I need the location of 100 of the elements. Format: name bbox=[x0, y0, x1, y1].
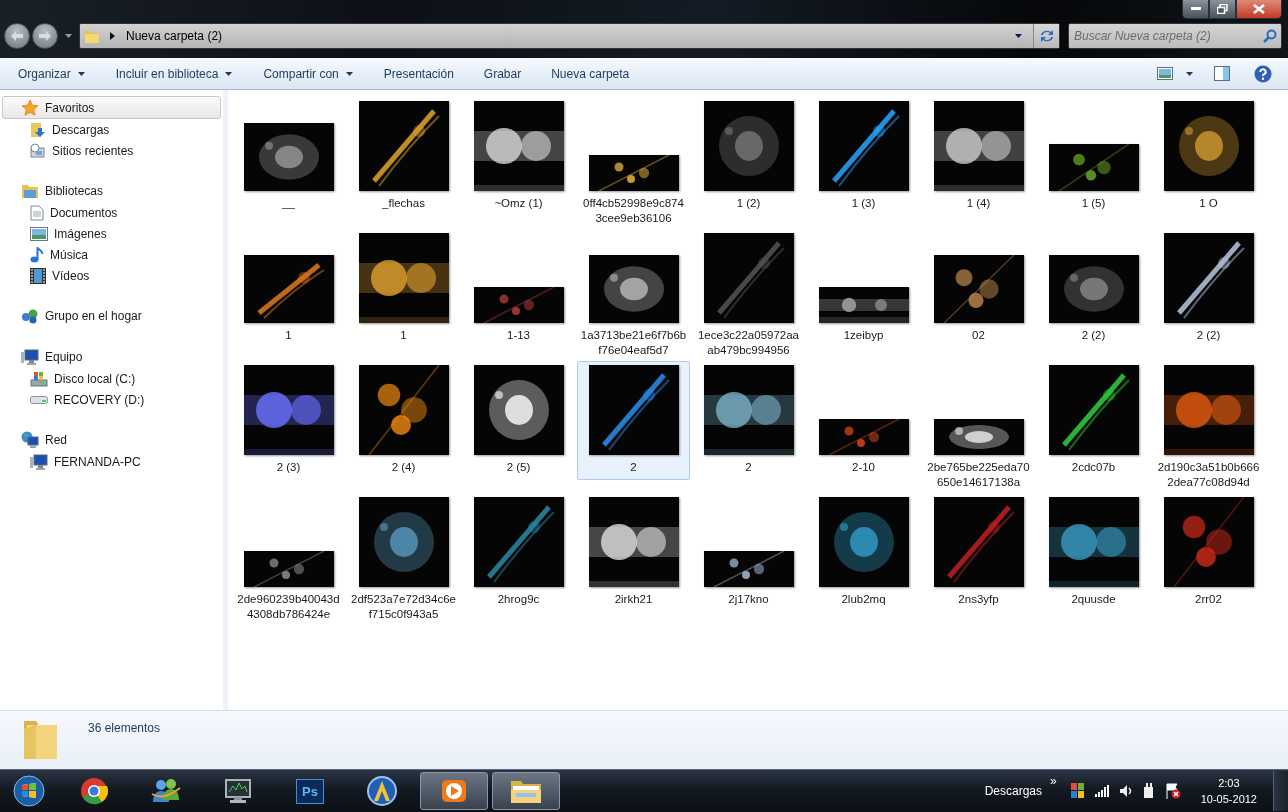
film-icon bbox=[30, 267, 46, 284]
clock-time[interactable]: 2:03 bbox=[1218, 775, 1240, 791]
file-item[interactable]: 2 (2) bbox=[1152, 229, 1265, 348]
browser-icon bbox=[80, 777, 108, 805]
file-item[interactable]: __ bbox=[232, 97, 345, 216]
caret-icon bbox=[224, 70, 234, 77]
breadcrumb-item[interactable]: Nueva carpeta (2) bbox=[126, 29, 223, 43]
monitor-icon bbox=[224, 778, 252, 804]
pane-icon bbox=[1214, 66, 1230, 81]
toolbar-button[interactable]: Incluir en biblioteca bbox=[107, 62, 242, 85]
download-folder-icon bbox=[30, 121, 46, 138]
minimize-button[interactable] bbox=[1182, 0, 1209, 19]
file-item[interactable]: 2be765be225eda70650e14617138a bbox=[922, 361, 1035, 495]
toolbar-label[interactable]: Descargas bbox=[984, 784, 1043, 798]
flag-icon[interactable] bbox=[1164, 783, 1181, 799]
taskbar-button[interactable] bbox=[492, 772, 560, 810]
file-item[interactable]: 0ff4cb52998e9c8743cee9eb36106 bbox=[577, 97, 690, 231]
image-icon bbox=[30, 226, 48, 241]
file-item[interactable]: 2 bbox=[692, 361, 805, 480]
file-item[interactable]: 1 (4) bbox=[922, 97, 1035, 216]
file-item[interactable]: 2 (4) bbox=[347, 361, 460, 480]
history-caret-icon[interactable] bbox=[64, 33, 73, 39]
file-item[interactable]: 2d190c3a51b0b6662dea77c08d94d bbox=[1152, 361, 1265, 495]
address-bar[interactable]: Nueva carpeta (2) bbox=[79, 23, 1060, 49]
file-item[interactable]: 1ece3c22a05972aaab479bc994956 bbox=[692, 229, 805, 363]
refresh-button[interactable] bbox=[1033, 24, 1059, 48]
sidebar-item[interactable]: Equipo bbox=[2, 345, 221, 368]
homegroup-icon bbox=[21, 307, 39, 324]
file-item[interactable]: 2de960239b40043d4308db786424e bbox=[232, 493, 345, 627]
file-item[interactable]: _flechas bbox=[347, 97, 460, 216]
file-item[interactable]: 1 bbox=[347, 229, 460, 348]
sidebar-item[interactable]: Red bbox=[2, 428, 221, 451]
close-button[interactable] bbox=[1236, 0, 1282, 19]
file-item[interactable]: 2 (2) bbox=[1037, 229, 1150, 348]
music-note-icon bbox=[30, 246, 44, 263]
file-item[interactable]: 2lub2mq bbox=[807, 493, 920, 612]
file-item[interactable]: 2quusde bbox=[1037, 493, 1150, 612]
file-item[interactable]: 2ns3yfp bbox=[922, 493, 1035, 612]
file-item[interactable]: 02 bbox=[922, 229, 1035, 348]
file-item[interactable]: 1a3713be21e6f7b6bf76e04eaf5d7 bbox=[577, 229, 690, 363]
file-item[interactable]: 1zeibyp bbox=[807, 229, 920, 348]
file-item[interactable]: ~Omz (1) bbox=[462, 97, 575, 216]
file-item[interactable]: 1 (3) bbox=[807, 97, 920, 216]
file-item[interactable]: 1 (2) bbox=[692, 97, 805, 216]
signal-icon[interactable] bbox=[1094, 785, 1109, 797]
file-item[interactable]: 2irkh21 bbox=[577, 493, 690, 612]
search-field[interactable]: Buscar Nueva carpeta (2) bbox=[1068, 23, 1282, 49]
sidebar-item[interactable]: Imágenes bbox=[0, 223, 223, 244]
search-icon[interactable] bbox=[1263, 29, 1277, 43]
sidebar-item[interactable]: Bibliotecas bbox=[2, 179, 221, 202]
toolbar-button[interactable]: Presentación bbox=[375, 62, 462, 85]
folder-icon bbox=[84, 28, 100, 44]
file-item[interactable]: 1 bbox=[232, 229, 345, 348]
sidebar-item[interactable]: Vídeos bbox=[0, 265, 223, 286]
sidebar-item[interactable]: RECOVERY (D:) bbox=[0, 389, 223, 410]
toolbar-button[interactable]: Compartir con bbox=[255, 62, 362, 85]
file-item[interactable]: 2df523a7e72d34c6ef715c0f943a5 bbox=[347, 493, 460, 627]
back-arrow-icon bbox=[10, 30, 24, 42]
clock-date[interactable]: 10-05-2012 bbox=[1200, 791, 1257, 807]
shield-grid-icon[interactable] bbox=[1070, 783, 1085, 799]
restore-icon bbox=[1217, 4, 1228, 14]
toolbar-button[interactable]: Grabar bbox=[475, 62, 530, 85]
back-button[interactable] bbox=[4, 23, 30, 49]
dropdown-caret-icon[interactable] bbox=[1014, 33, 1023, 39]
taskbar-button[interactable]: Ps bbox=[276, 772, 344, 810]
sidebar-item[interactable]: Grupo en el hogar bbox=[2, 304, 221, 327]
sidebar-item[interactable]: Favoritos bbox=[2, 96, 221, 119]
sidebar-item[interactable]: Sitios recientes bbox=[0, 140, 223, 161]
recent-places-icon bbox=[30, 142, 46, 159]
file-item[interactable]: 2hrog9c bbox=[462, 493, 575, 612]
sidebar-item[interactable]: Documentos bbox=[0, 202, 223, 223]
file-item[interactable]: 2-10 bbox=[807, 361, 920, 480]
taskbar-button[interactable] bbox=[420, 772, 488, 810]
sidebar-item[interactable]: Música bbox=[0, 244, 223, 265]
file-item[interactable]: 1 O bbox=[1152, 97, 1265, 216]
sidebar-item[interactable]: Descargas bbox=[0, 119, 223, 140]
plug-icon[interactable] bbox=[1142, 783, 1155, 799]
sidebar-item[interactable]: FERNANDA-PC bbox=[0, 451, 223, 472]
restore-button[interactable] bbox=[1209, 0, 1236, 19]
file-item[interactable]: 2 bbox=[577, 361, 690, 480]
speaker-icon[interactable] bbox=[1118, 784, 1133, 798]
windows-logo-icon bbox=[13, 775, 45, 807]
file-item[interactable]: 2j17kno bbox=[692, 493, 805, 612]
file-item[interactable]: 2 (3) bbox=[232, 361, 345, 480]
file-item[interactable]: 1-13 bbox=[462, 229, 575, 348]
forward-button[interactable] bbox=[32, 23, 58, 49]
file-item[interactable]: 2cdc07b bbox=[1037, 361, 1150, 480]
sidebar-item[interactable]: Disco local (C:) bbox=[0, 368, 223, 389]
close-icon bbox=[1253, 4, 1265, 14]
toolbar-button[interactable]: Nueva carpeta bbox=[543, 62, 638, 85]
toolbar-button[interactable]: Organizar bbox=[10, 62, 94, 85]
network-icon bbox=[21, 430, 39, 449]
circle-logo-icon bbox=[367, 776, 397, 806]
expand-button[interactable]: » bbox=[1050, 774, 1057, 788]
show-desktop-button[interactable] bbox=[1273, 771, 1288, 811]
caret-icon[interactable] bbox=[1185, 70, 1194, 77]
drive-icon bbox=[30, 394, 48, 405]
file-item[interactable]: 2 (5) bbox=[462, 361, 575, 480]
file-item[interactable]: 1 (5) bbox=[1037, 97, 1150, 216]
file-item[interactable]: 2rr02 bbox=[1152, 493, 1265, 612]
